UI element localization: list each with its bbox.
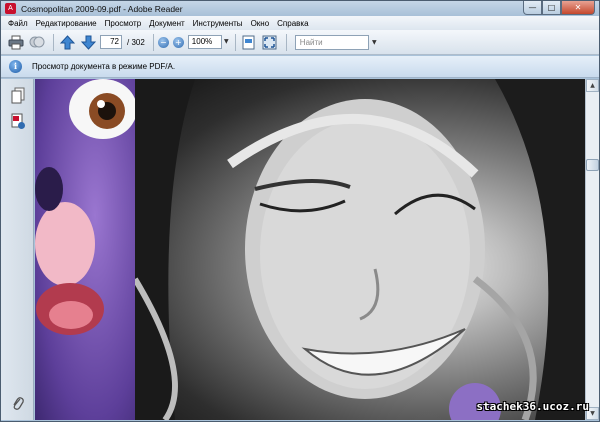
zoom-out-button[interactable]: − — [157, 36, 169, 48]
window-title: Cosmopolitan 2009-09.pdf - Adobe Reader — [21, 3, 183, 14]
menu-tools[interactable]: Инструменты — [189, 19, 247, 28]
zoom-dropdown-arrow[interactable]: ▼ — [222, 35, 231, 49]
pdf-info-icon — [11, 113, 25, 129]
info-icon: i — [9, 60, 22, 73]
find-input[interactable]: Найти — [294, 34, 369, 50]
previous-page-button[interactable] — [58, 33, 76, 51]
toolbar-separator — [152, 33, 154, 51]
portrait-illustration — [132, 79, 585, 420]
maximize-button[interactable]: □ — [542, 1, 561, 15]
adobe-reader-icon: A — [5, 3, 16, 14]
pages-panel-button[interactable] — [10, 87, 26, 104]
plus-icon: + — [174, 37, 182, 47]
document-view[interactable] — [35, 79, 585, 420]
scroll-up-arrow[interactable]: ▲ — [586, 79, 599, 92]
arrow-down-icon — [80, 35, 96, 50]
menu-help[interactable]: Справка — [273, 19, 312, 28]
arrow-up-icon — [59, 34, 75, 49]
adobe-reader-window: A Cosmopolitan 2009-09.pdf - Adobe Reade… — [0, 0, 600, 422]
fit-page-icon — [242, 35, 255, 49]
close-button[interactable]: ✕ — [561, 1, 595, 15]
minus-icon: − — [159, 37, 167, 47]
attachments-panel-button[interactable] — [10, 395, 26, 412]
next-page-button[interactable] — [79, 33, 97, 51]
info-message: Просмотр документа в режиме PDF/A. — [32, 62, 176, 71]
print-button[interactable] — [7, 33, 25, 51]
zoom-in-button[interactable]: + — [172, 36, 184, 48]
pages-icon — [11, 87, 25, 104]
watermark-text: stachek36.ucoz.ru — [476, 400, 589, 413]
collaborate-button[interactable] — [28, 33, 46, 51]
navigation-panel — [1, 79, 34, 420]
find-dropdown-arrow[interactable]: ▼ — [370, 39, 379, 46]
full-screen-icon — [262, 35, 277, 49]
vertical-scrollbar[interactable]: ▲ ▼ — [585, 79, 599, 420]
menu-window[interactable]: Окно — [247, 19, 274, 28]
toolbar: 72 / 302 − + 100% ▼ Найти ▼ — [1, 30, 599, 55]
zoom-level-input[interactable]: 100% — [187, 35, 222, 49]
toolbar-separator — [234, 33, 236, 51]
printer-icon — [8, 35, 24, 49]
minimize-button[interactable]: — — [523, 1, 542, 15]
toolbar-separator — [285, 33, 287, 51]
document-properties-button[interactable] — [10, 113, 26, 130]
collaborate-icon — [29, 36, 45, 47]
paperclip-icon — [13, 397, 24, 410]
window-controls: — □ ✕ — [523, 1, 595, 15]
title-bar[interactable]: A Cosmopolitan 2009-09.pdf - Adobe Reade… — [1, 1, 599, 16]
scroll-thumb[interactable] — [586, 159, 599, 171]
menu-document[interactable]: Документ — [145, 19, 189, 28]
fit-page-button[interactable] — [240, 33, 258, 51]
full-screen-button[interactable] — [261, 33, 279, 51]
menu-file[interactable]: Файл — [4, 19, 32, 28]
portrait-photo — [132, 79, 585, 420]
page-total-label: / 302 — [127, 37, 145, 47]
menu-view[interactable]: Просмотр — [101, 19, 146, 28]
menu-edit[interactable]: Редактирование — [32, 19, 101, 28]
document-message-bar: i Просмотр документа в режиме PDF/A. — [1, 56, 599, 78]
toolbar-separator — [53, 33, 54, 51]
menu-bar: Файл Редактирование Просмотр Документ Ин… — [1, 16, 599, 30]
page-number-input[interactable]: 72 — [100, 35, 122, 49]
